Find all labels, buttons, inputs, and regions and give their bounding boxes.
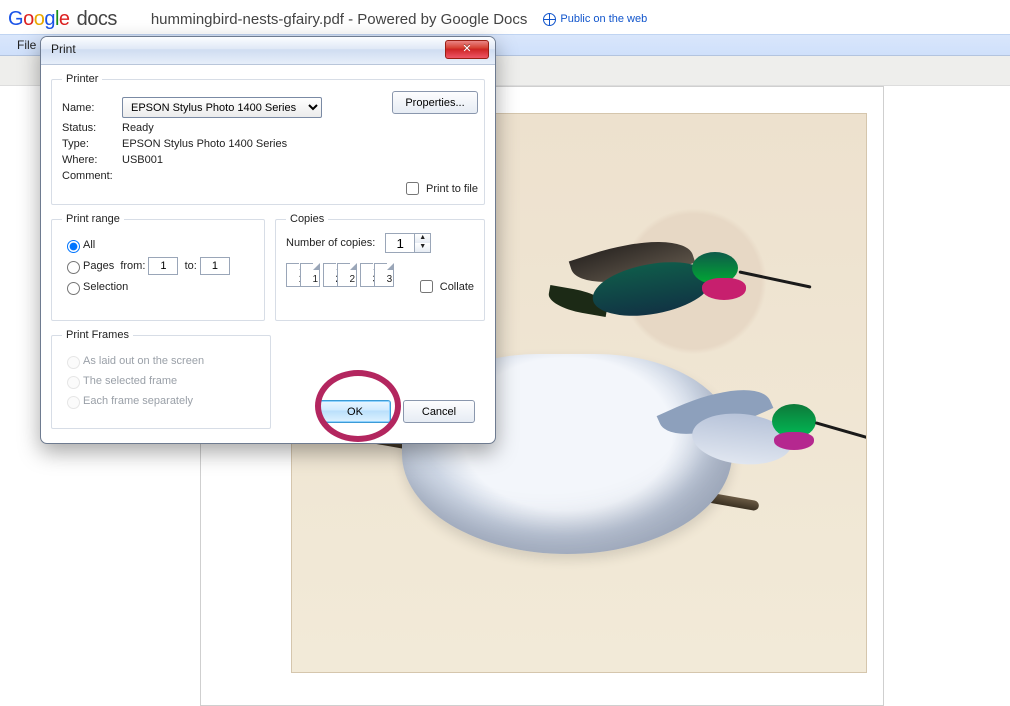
public-on-web-link[interactable]: Public on the web [543,13,647,26]
print-to-file-label: Print to file [426,183,478,195]
range-selection-label: Selection [83,281,128,293]
num-copies-spinner: ▲ ▼ [385,233,431,253]
num-copies-label: Number of copies: [286,237,375,249]
print-to-file-checkbox[interactable] [406,182,419,195]
status-value: Ready [122,122,154,134]
logo-suffix: docs [77,8,117,30]
close-icon: ✕ [462,43,471,55]
spinner-down[interactable]: ▼ [415,243,430,252]
google-logo: Google docs [8,8,117,31]
range-all-radio[interactable] [67,240,80,253]
where-label: Where: [62,154,122,166]
copies-group: Copies Number of copies: ▲ ▼ 1 1 [275,213,485,321]
printer-group: Printer Name: EPSON Stylus Photo 1400 Se… [51,73,485,205]
print-frames-group: Print Frames As laid out on the screen T… [51,329,271,429]
range-to-input[interactable] [200,257,230,275]
range-pages-radio[interactable] [67,261,80,274]
frames-selected-label: The selected frame [83,375,177,387]
printer-name-label: Name: [62,102,122,114]
range-to-label: to: [185,260,197,272]
spinner-up[interactable]: ▲ [415,234,430,243]
close-button[interactable]: ✕ [445,40,489,59]
where-value: USB001 [122,154,163,166]
range-selection-radio[interactable] [67,282,80,295]
public-on-web-label: Public on the web [560,13,647,25]
copies-legend: Copies [286,213,328,225]
dialog-title: Print [51,42,76,56]
printer-legend: Printer [62,73,102,85]
num-copies-input[interactable] [385,233,415,253]
collate-checkbox[interactable] [420,280,433,293]
frames-aslaid-label: As laid out on the screen [83,355,204,367]
frames-each-label: Each frame separately [83,395,193,407]
range-pages-label: Pages [83,260,114,272]
collate-label: Collate [440,281,474,293]
cancel-button[interactable]: Cancel [403,400,475,423]
type-label: Type: [62,138,122,150]
printer-name-select[interactable]: EPSON Stylus Photo 1400 Series [122,97,322,118]
frames-selected-radio [67,376,80,389]
frames-aslaid-radio [67,356,80,369]
dialog-titlebar[interactable]: Print ✕ [41,37,495,65]
range-all-label: All [83,239,95,251]
type-value: EPSON Stylus Photo 1400 Series [122,138,287,150]
page-icon: 3 [374,263,394,287]
comment-label: Comment: [62,170,122,182]
print-range-legend: Print range [62,213,124,225]
frames-each-radio [67,396,80,409]
ok-button[interactable]: OK [319,400,391,423]
print-dialog: Print ✕ Printer Name: EPSON Stylus Photo… [40,36,496,444]
range-from-label: from: [120,260,145,272]
status-label: Status: [62,122,122,134]
properties-button[interactable]: Properties... [392,91,478,114]
range-from-input[interactable] [148,257,178,275]
app-header: Google docs hummingbird-nests-gfairy.pdf… [0,0,1010,34]
print-frames-legend: Print Frames [62,329,133,341]
page-icon: 1 [300,263,320,287]
document-title: hummingbird-nests-gfairy.pdf - Powered b… [151,11,528,28]
print-to-file-wrap: Print to file [402,179,478,198]
page-icon: 2 [337,263,357,287]
print-range-group: Print range All Pages from: to: [51,213,265,321]
globe-icon [543,13,556,26]
